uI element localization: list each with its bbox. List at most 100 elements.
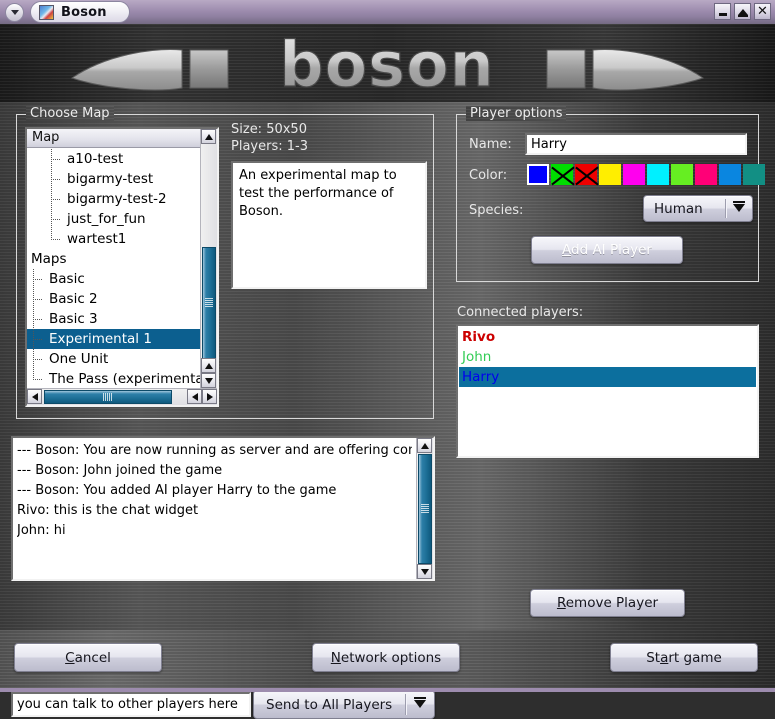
- map-tree-item[interactable]: Basic 3: [27, 309, 200, 329]
- color-label: Color:: [469, 168, 508, 183]
- hscroll-right-button[interactable]: [202, 389, 217, 404]
- map-tree-item-label: The Pass (experimenta: [49, 371, 200, 387]
- map-tree-vscrollbar[interactable]: [200, 129, 217, 388]
- map-tree-item[interactable]: just_for_fun: [27, 209, 200, 229]
- color-swatch[interactable]: [527, 164, 549, 185]
- map-players: Players: 1-3: [231, 139, 308, 154]
- arrow-up-icon: [204, 133, 213, 140]
- map-tree-item[interactable]: Basic 2: [27, 289, 200, 309]
- remove-player-button[interactable]: Remove Player: [530, 589, 685, 617]
- cancel-button[interactable]: Cancel: [14, 643, 162, 672]
- chat-input[interactable]: you can talk to other players here: [11, 692, 251, 717]
- tree-branch-icon: [33, 369, 47, 388]
- start-game-button[interactable]: Start game: [610, 643, 758, 672]
- map-tree-item[interactable]: wartest1: [27, 229, 200, 249]
- map-tree-item-label: bigarmy-test-2: [67, 191, 167, 207]
- combo-separator: [405, 694, 406, 715]
- dialog-content: Choose Map Map a10-test bigarmy-test bigar…: [0, 102, 775, 719]
- chat-line: Rivo: this is the chat widget: [17, 503, 199, 518]
- chat-log[interactable]: --- Boson: You are now running as server…: [11, 436, 435, 581]
- close-button[interactable]: ✕: [754, 3, 771, 20]
- window-titlebar: Boson ✕: [0, 0, 775, 24]
- maximize-button[interactable]: [734, 3, 751, 20]
- map-tree-item[interactable]: The Pass (experimenta: [27, 369, 200, 388]
- chat-line: John: hi: [17, 523, 66, 538]
- connected-players-label: Connected players:: [457, 305, 584, 320]
- arrow-up-icon: [420, 442, 429, 449]
- map-tree-item[interactable]: a10-test: [27, 149, 200, 169]
- map-tree-item-label: One Unit: [49, 351, 109, 367]
- color-swatch[interactable]: [575, 164, 597, 185]
- map-tree[interactable]: Map a10-test bigarmy-test bigarmy-test-2 ju…: [25, 127, 219, 407]
- color-swatch[interactable]: [647, 164, 669, 185]
- minimize-icon: [718, 13, 727, 16]
- color-swatch[interactable]: [743, 164, 765, 185]
- vscroll-thumb[interactable]: [202, 247, 216, 359]
- network-options-label: Network options: [330, 649, 442, 666]
- color-swatch[interactable]: [695, 164, 717, 185]
- color-swatch[interactable]: [599, 164, 621, 185]
- color-swatch[interactable]: [671, 164, 693, 185]
- window-menu-button[interactable]: [5, 3, 24, 22]
- arrow-right-icon: [206, 392, 213, 401]
- network-options-button[interactable]: Network options: [312, 643, 460, 672]
- color-taken-x-icon: [575, 164, 597, 185]
- combo-separator: [725, 199, 726, 218]
- map-tree-item[interactable]: bigarmy-test: [27, 169, 200, 189]
- map-tree-item-label: just_for_fun: [67, 211, 146, 227]
- connected-player-row[interactable]: John: [459, 347, 756, 367]
- minimize-button[interactable]: [714, 3, 731, 20]
- chevron-down-icon: [414, 696, 426, 708]
- name-label: Name:: [469, 137, 512, 152]
- tree-branch-icon: [33, 309, 47, 329]
- color-swatch[interactable]: [551, 164, 573, 185]
- player-options-group: Player options Name: Harry Color: Specie…: [456, 106, 765, 282]
- map-tree-item[interactable]: Maps: [27, 249, 200, 269]
- map-tree-item-label: wartest1: [67, 231, 127, 247]
- connected-players-list[interactable]: Rivo John Harry: [456, 324, 759, 458]
- hscroll-thumb[interactable]: [44, 390, 172, 404]
- window-controls: ✕: [714, 3, 771, 20]
- map-tree-item[interactable]: Basic: [27, 269, 200, 289]
- chat-vscroll-down-button[interactable]: [417, 564, 432, 579]
- map-info: Size: 50x50 Players: 1-3 An experimental…: [231, 121, 427, 289]
- send-target-value: Send to All Players: [266, 696, 393, 713]
- chat-log-vscrollbar[interactable]: [416, 438, 433, 579]
- arrow-left-icon: [31, 392, 38, 401]
- chat-vscroll-thumb[interactable]: [418, 454, 432, 564]
- player-options-title: Player options: [466, 106, 566, 121]
- player-name-input[interactable]: Harry: [525, 133, 747, 155]
- species-label: Species:: [469, 203, 524, 218]
- vscroll-up-button-2[interactable]: [201, 358, 216, 373]
- arrow-up-icon: [204, 362, 213, 369]
- chat-vscroll-up-button[interactable]: [417, 438, 432, 453]
- boson-app-icon: [39, 4, 54, 20]
- map-tree-item-label: Basic: [49, 271, 85, 287]
- map-tree-item[interactable]: bigarmy-test-2: [27, 189, 200, 209]
- tree-branch-icon: [33, 269, 47, 289]
- vscroll-down-button[interactable]: [201, 373, 216, 388]
- species-combobox[interactable]: Human: [643, 195, 753, 222]
- svg-text:boson: boson: [279, 28, 495, 101]
- chat-vscroll-grip: [421, 504, 429, 513]
- vscroll-up-button[interactable]: [201, 129, 216, 144]
- map-tree-header: Map: [27, 129, 217, 148]
- chat-line: --- Boson: You are now running as server…: [17, 443, 412, 458]
- hscroll-left-button-2[interactable]: [187, 389, 202, 404]
- send-target-combobox[interactable]: Send to All Players: [253, 690, 435, 719]
- color-swatch[interactable]: [719, 164, 741, 185]
- map-description: An experimental map to test the performa…: [231, 161, 427, 289]
- hscroll-left-button[interactable]: [27, 389, 42, 404]
- map-tree-item[interactable]: Experimental 1: [27, 329, 200, 349]
- add-ai-player-button[interactable]: Add AI Player: [531, 236, 683, 264]
- color-swatch[interactable]: [623, 164, 645, 185]
- tree-branch-icon: [51, 189, 65, 209]
- connected-player-row[interactable]: Rivo: [459, 327, 756, 347]
- boson-wordmark-graphic: boson: [70, 27, 705, 102]
- map-tree-hscrollbar[interactable]: [27, 388, 217, 405]
- choose-map-title: Choose Map: [26, 106, 114, 121]
- map-tree-item[interactable]: One Unit: [27, 349, 200, 369]
- connected-player-row[interactable]: Harry: [459, 367, 756, 387]
- chevron-down-icon: [733, 200, 745, 212]
- maximize-icon: [737, 8, 748, 17]
